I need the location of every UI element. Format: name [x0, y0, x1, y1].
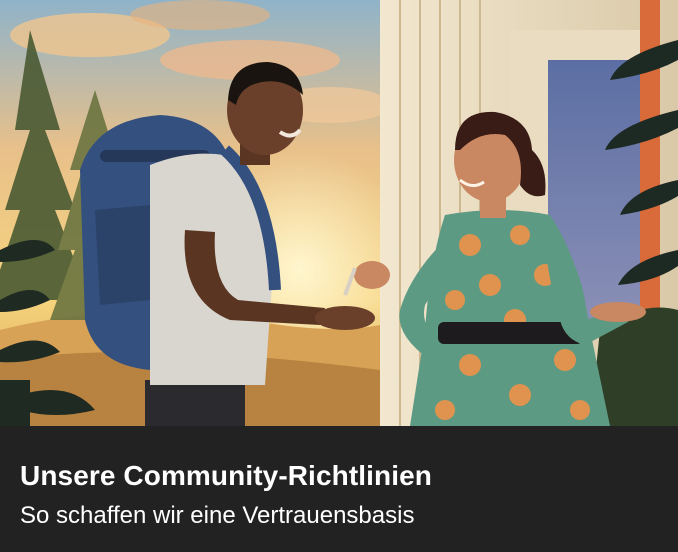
hero-illustration	[0, 0, 678, 426]
community-guidelines-card[interactable]: Unsere Community-Richtlinien So schaffen…	[0, 0, 678, 552]
card-title: Unsere Community-Richtlinien	[20, 460, 432, 491]
card-subtitle: So schaffen wir eine Vertrauensbasis	[20, 502, 415, 529]
